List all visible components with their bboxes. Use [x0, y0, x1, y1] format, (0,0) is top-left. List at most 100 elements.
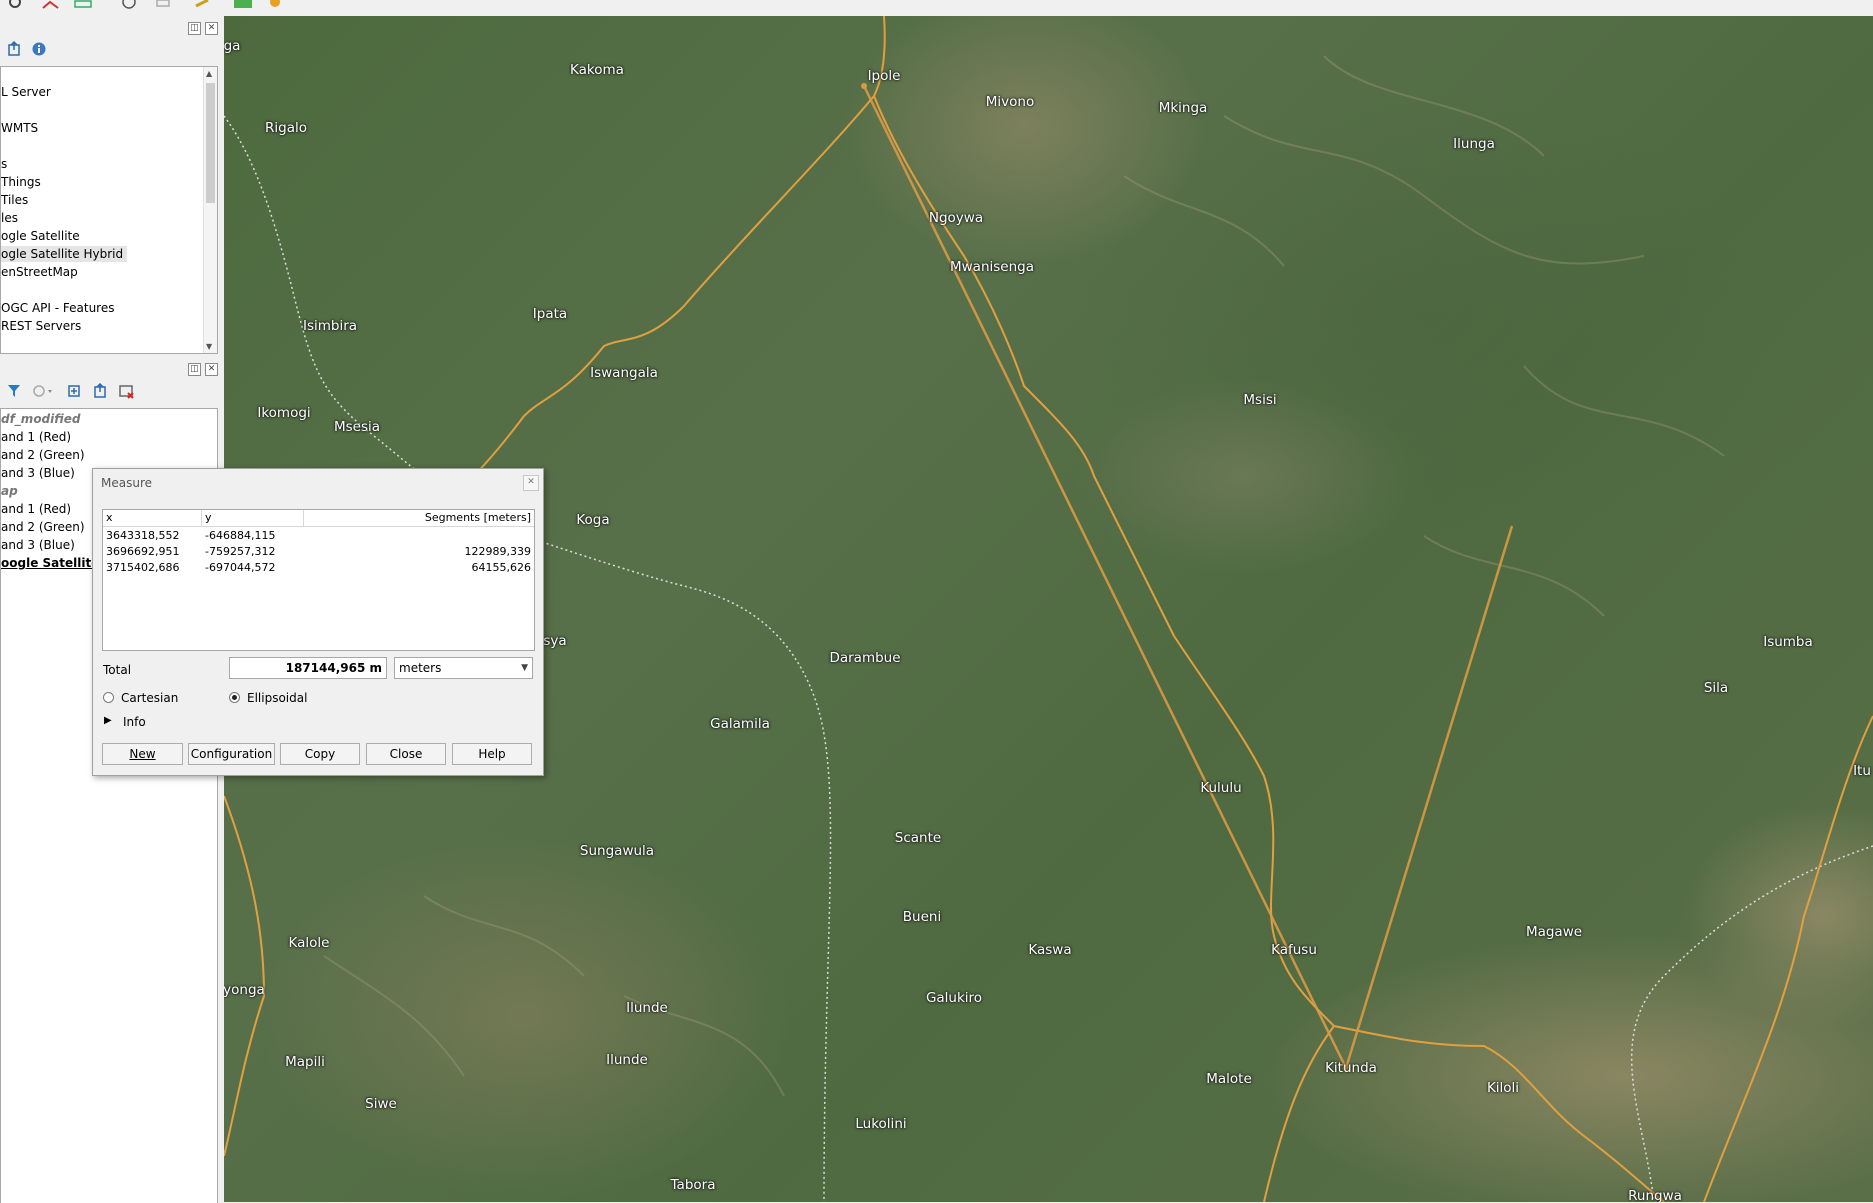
- scroll-thumb[interactable]: [206, 83, 215, 203]
- browser-panel-controls: ◫ ✕: [184, 19, 218, 35]
- layers-panel-controls: ◫ ✕: [184, 360, 218, 376]
- browser-item[interactable]: ogle Satellite: [1, 228, 80, 244]
- expand-all-icon[interactable]: [66, 383, 84, 399]
- info-toggle-label[interactable]: Info: [123, 715, 146, 729]
- place-label: Mwanisenga: [949, 259, 1035, 275]
- browser-item[interactable]: les: [1, 210, 18, 226]
- info-icon[interactable]: [31, 41, 47, 57]
- collapse-all-icon[interactable]: [7, 41, 23, 57]
- place-label: Rigalo: [265, 120, 307, 136]
- place-label: Scante: [894, 830, 942, 846]
- configuration-button[interactable]: Configuration: [188, 743, 275, 765]
- table-row[interactable]: 3643318,552 -646884,115: [103, 528, 534, 544]
- browser-item-selected[interactable]: ogle Satellite Hybrid: [1, 246, 128, 262]
- browser-item[interactable]: OGC API - Features: [1, 300, 114, 316]
- table-row[interactable]: 3715402,686 -697044,572 64155,626: [103, 560, 534, 576]
- layer-band[interactable]: and 1 (Red): [1, 429, 71, 445]
- image-icon[interactable]: [232, 0, 254, 10]
- cartesian-radio[interactable]: [103, 692, 114, 703]
- measure-table[interactable]: x y Segments [meters] 3643318,552 -64688…: [102, 509, 535, 651]
- copy-button[interactable]: Copy: [280, 743, 360, 765]
- cartesian-label: Cartesian: [121, 691, 179, 705]
- filter-icon[interactable]: [6, 383, 24, 399]
- place-label: Lukolini: [855, 1116, 907, 1132]
- place-label: Bueni: [902, 909, 942, 925]
- collapse-all-icon[interactable]: [92, 383, 110, 399]
- table-header: x y Segments [meters]: [103, 510, 534, 527]
- place-label: yonga: [224, 982, 265, 998]
- layer-band[interactable]: and 2 (Green): [1, 447, 85, 463]
- place-label: Kalole: [288, 935, 330, 951]
- browser-item[interactable]: s: [1, 156, 7, 172]
- ellipsoidal-label: Ellipsoidal: [247, 691, 308, 705]
- browser-item[interactable]: REST Servers: [1, 318, 81, 334]
- table-row[interactable]: 3696692,951 -759257,312 122989,339: [103, 544, 534, 560]
- place-label: Malote: [1206, 1071, 1252, 1087]
- place-label: Mapili: [285, 1054, 325, 1070]
- browser-item[interactable]: WMTS: [1, 120, 38, 136]
- place-label: Koga: [576, 512, 610, 528]
- place-label: Mkinga: [1158, 100, 1208, 116]
- place-label: Iswangala: [590, 365, 658, 381]
- place-label: Ilunde: [606, 1052, 648, 1068]
- expand-arrow-icon[interactable]: ▶: [104, 715, 112, 726]
- float-icon[interactable]: ◫: [188, 22, 201, 35]
- place-label: Rungwa: [1628, 1188, 1682, 1202]
- new-button[interactable]: New: [102, 743, 183, 765]
- column-header-y[interactable]: y: [205, 511, 212, 524]
- place-label: Ikomogi: [257, 405, 311, 421]
- place-label: Sila: [1703, 680, 1729, 696]
- layer-group[interactable]: ap: [1, 483, 18, 499]
- help-button[interactable]: Help: [452, 743, 532, 765]
- browser-item[interactable]: enStreetMap: [1, 264, 78, 280]
- layer-band[interactable]: and 2 (Green): [1, 519, 85, 535]
- place-label: Kafusu: [1271, 942, 1317, 958]
- place-label: Magawe: [1525, 924, 1583, 940]
- close-icon[interactable]: ✕: [205, 22, 218, 35]
- ruler-icon[interactable]: [192, 0, 214, 10]
- unit-select[interactable]: meters ▼: [394, 657, 533, 679]
- vehicle-icon[interactable]: [72, 0, 94, 10]
- browser-item[interactable]: Tiles: [1, 192, 28, 208]
- ellipsoidal-radio[interactable]: [229, 692, 240, 703]
- remove-layer-icon[interactable]: [118, 383, 136, 399]
- admin-boundary: [1630, 845, 1873, 1202]
- grid-icon[interactable]: [152, 0, 174, 10]
- place-label: ga: [224, 38, 241, 54]
- column-header-segments[interactable]: Segments [meters]: [425, 511, 531, 524]
- place-label: sya: [543, 633, 567, 649]
- place-label: Kaswa: [1028, 942, 1072, 958]
- layer-band[interactable]: and 3 (Blue): [1, 537, 75, 553]
- globe-icon[interactable]: [118, 0, 140, 10]
- place-label: Kitunda: [1325, 1060, 1377, 1076]
- identify-icon[interactable]: [4, 0, 26, 10]
- place-label: Darambue: [829, 650, 901, 666]
- browser-tree[interactable]: L Server WMTS s Things Tiles les ogle Sa…: [0, 66, 218, 354]
- float-icon[interactable]: ◫: [188, 363, 201, 376]
- layer-band[interactable]: and 1 (Red): [1, 501, 71, 517]
- browser-item[interactable]: Things: [1, 174, 41, 190]
- place-label: Siwe: [365, 1096, 397, 1112]
- plugin-icon[interactable]: [264, 0, 286, 10]
- layer-band[interactable]: and 3 (Blue): [1, 465, 75, 481]
- place-label: Isimbira: [302, 318, 358, 334]
- place-label: Ilunga: [1453, 136, 1495, 152]
- column-header-x[interactable]: x: [106, 511, 113, 524]
- place-label: Kiloli: [1486, 1080, 1520, 1096]
- place-label: Ipole: [867, 68, 901, 84]
- browser-scrollbar[interactable]: ▲ ▼: [203, 67, 217, 353]
- layer-group[interactable]: df_modified: [1, 411, 80, 427]
- total-value-field[interactable]: 187144,965 m: [229, 657, 387, 679]
- dialog-close-icon[interactable]: ✕: [523, 475, 539, 491]
- place-label: Sungawula: [579, 843, 655, 859]
- close-button[interactable]: Close: [366, 743, 446, 765]
- browser-item[interactable]: L Server: [1, 84, 51, 100]
- digitize-icon[interactable]: [40, 0, 62, 10]
- place-label: Ngoywa: [928, 210, 984, 226]
- place-label: Tabora: [670, 1177, 716, 1193]
- close-icon[interactable]: ✕: [205, 363, 218, 376]
- unit-select-value: meters: [399, 661, 442, 675]
- place-label: Isumba: [1763, 634, 1813, 650]
- filter-expression-icon[interactable]: [31, 383, 55, 399]
- chevron-down-icon: ▼: [521, 663, 528, 673]
